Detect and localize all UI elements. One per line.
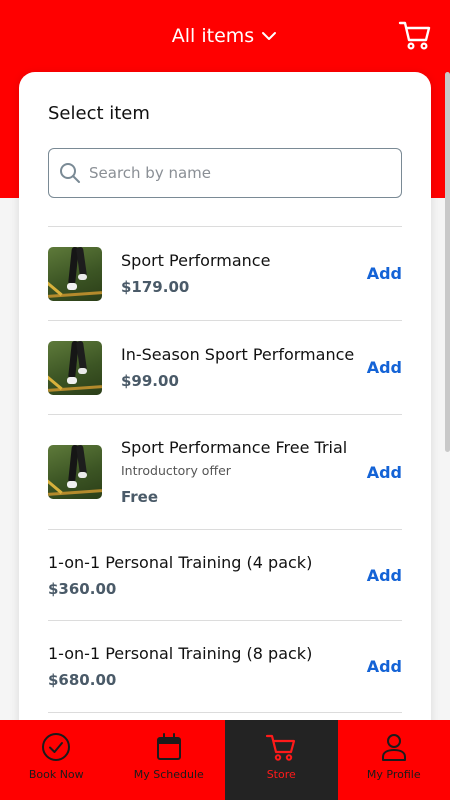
search-icon [60, 163, 80, 183]
bottom-tab-bar: Book Now My Schedule Store My Profile [0, 720, 450, 800]
scrollbar[interactable] [445, 72, 450, 452]
user-icon [381, 734, 406, 761]
item-name: 1-on-1 Personal Training (8 pack) [48, 644, 313, 663]
tab-my-schedule[interactable]: My Schedule [113, 720, 226, 800]
item-name: Sport Performance Free Trial [121, 438, 348, 457]
tab-store[interactable]: Store [225, 720, 338, 800]
item-price: $179.00 [121, 278, 190, 296]
cart-icon [398, 21, 431, 50]
panel-title: Select item [48, 103, 150, 124]
tab-label: My Profile [366, 768, 421, 781]
item-name: Sport Performance [121, 251, 271, 270]
category-dropdown[interactable]: All items [172, 25, 278, 47]
add-button[interactable]: Add [367, 463, 402, 482]
item-price: $360.00 [48, 579, 117, 598]
add-button[interactable]: Add [367, 264, 402, 283]
app-header: All items [0, 0, 450, 72]
item-price: $99.00 [121, 372, 179, 390]
list-item[interactable]: Sport Performance Free Trial Introductor… [48, 414, 402, 529]
item-price: $680.00 [48, 671, 117, 689]
item-list: Sport Performance $179.00 Add In-Season … [48, 226, 402, 732]
add-button[interactable]: Add [367, 358, 402, 377]
list-item[interactable]: Sport Performance $179.00 Add [48, 226, 402, 320]
item-subtitle: Introductory offer [121, 463, 231, 478]
item-name: 1-on-1 Personal Training (4 pack) [48, 552, 313, 572]
list-item[interactable]: 1-on-1 Personal Training (8 pack) $680.0… [48, 620, 402, 712]
tab-book-now[interactable]: Book Now [0, 720, 113, 800]
item-selector-panel: Select item Sport Performance $179.00 Ad… [19, 72, 431, 752]
list-item[interactable]: In-Season Sport Performance $99.00 Add [48, 320, 402, 414]
check-circle-icon [42, 733, 71, 761]
list-item[interactable]: 1-on-1 Personal Training (4 pack) $360.0… [48, 529, 402, 620]
add-button[interactable]: Add [367, 657, 402, 676]
calendar-icon [156, 733, 181, 760]
item-name: In-Season Sport Performance [121, 345, 355, 364]
item-thumbnail [48, 340, 102, 395]
tab-label: Store [266, 768, 296, 781]
cart-icon [266, 734, 296, 761]
tab-label: My Schedule [133, 768, 204, 781]
item-price: Free [121, 488, 159, 506]
search-input[interactable] [89, 164, 369, 182]
item-thumbnail [48, 246, 102, 301]
tab-label: Book Now [28, 768, 84, 781]
add-button[interactable]: Add [367, 566, 402, 585]
chevron-down-icon [262, 32, 277, 40]
header-title: All items [171, 25, 255, 47]
tab-my-profile[interactable]: My Profile [338, 720, 450, 800]
search-field[interactable] [48, 148, 402, 198]
header-cart-button[interactable] [398, 18, 432, 52]
item-thumbnail [48, 445, 102, 499]
